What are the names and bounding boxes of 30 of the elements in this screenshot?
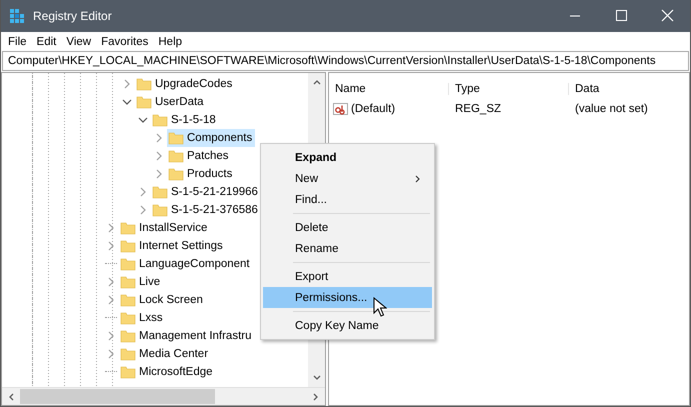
column-header[interactable]: Name — [329, 83, 449, 95]
value-name[interactable]: (Default) — [351, 103, 396, 115]
context-menu-item[interactable]: Expand — [263, 147, 432, 168]
scroll-down-icon[interactable] — [312, 374, 322, 382]
value-type: REG_SZ — [454, 103, 502, 115]
mouse-pointer-icon — [373, 297, 387, 317]
menu-item[interactable]: View — [63, 36, 98, 48]
address-field[interactable]: Computer\HKEY_LOCAL_MACHINE\SOFTWARE\Microsoft\Windows\CurrentVersion\Installer\UserData\S-1-5-18\Components — [2, 51, 689, 71]
registry-app-icon — [9, 8, 25, 24]
menu-item[interactable]: Help — [155, 36, 190, 48]
scrollbar-thumb[interactable] — [20, 389, 215, 404]
menu-item[interactable]: Favorites — [98, 36, 156, 48]
string-value-icon — [333, 102, 349, 116]
context-menu-item[interactable]: Rename — [263, 238, 432, 259]
scroll-up-icon[interactable] — [312, 78, 322, 86]
context-menu-item[interactable]: Copy Key Name — [263, 315, 432, 336]
column-header[interactable]: Type — [449, 83, 569, 95]
column-header[interactable]: Data — [569, 83, 689, 95]
scroll-right-icon[interactable] — [312, 392, 320, 402]
context-menu-item[interactable]: New — [263, 168, 432, 189]
context-menu-item[interactable]: Delete — [263, 217, 432, 238]
window-title: Registry Editor — [33, 9, 112, 23]
tree-item[interactable]: Components — [167, 129, 256, 147]
value-data: (value not set) — [574, 103, 649, 115]
scroll-left-icon[interactable] — [7, 392, 15, 402]
menu-item[interactable]: Edit — [34, 36, 64, 48]
context-menu-item[interactable]: Export — [263, 266, 432, 287]
horizontal-scrollbar[interactable] — [2, 387, 325, 405]
menu-item[interactable]: File — [5, 36, 34, 48]
context-menu-item[interactable]: Find... — [263, 189, 432, 210]
